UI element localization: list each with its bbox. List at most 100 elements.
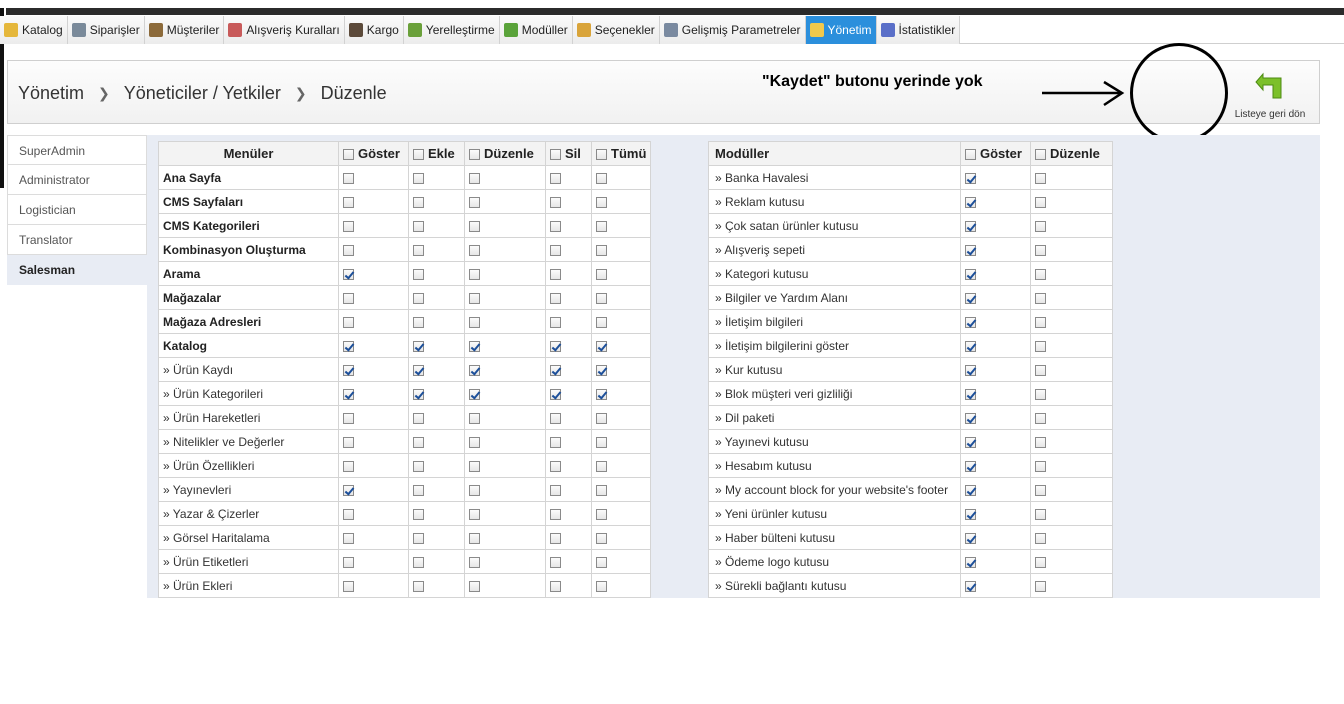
menu-delete-checkbox[interactable] [550, 340, 561, 352]
menu-show-checkbox[interactable] [343, 580, 354, 592]
module-edit-all-checkbox[interactable] [1035, 149, 1046, 161]
nav-tab-6[interactable]: Modüller [499, 16, 573, 44]
module-edit-checkbox[interactable] [1035, 196, 1046, 208]
menu-delete-checkbox[interactable] [550, 460, 561, 472]
module-edit-checkbox[interactable] [1035, 220, 1046, 232]
menu-show-checkbox[interactable] [343, 412, 354, 424]
menu-delete-checkbox[interactable] [550, 292, 561, 304]
menu-delete-checkbox[interactable] [550, 316, 561, 328]
menu-delete-checkbox[interactable] [550, 412, 561, 424]
menu-add-checkbox[interactable] [413, 268, 424, 280]
all-all-checkbox[interactable] [596, 149, 607, 161]
menu-all-checkbox[interactable] [596, 220, 607, 232]
menu-edit-checkbox[interactable] [469, 292, 480, 304]
module-edit-checkbox[interactable] [1035, 268, 1046, 280]
nav-tab-0[interactable]: Katalog [0, 16, 68, 44]
menu-all-checkbox[interactable] [596, 364, 607, 376]
show-all-checkbox[interactable] [343, 149, 354, 161]
menu-add-checkbox[interactable] [413, 244, 424, 256]
menu-edit-checkbox[interactable] [469, 196, 480, 208]
module-show-all-header[interactable]: Göster [960, 141, 1031, 166]
menu-delete-checkbox[interactable] [550, 268, 561, 280]
module-edit-checkbox[interactable] [1035, 364, 1046, 376]
menu-all-checkbox[interactable] [596, 388, 607, 400]
menu-add-checkbox[interactable] [413, 436, 424, 448]
module-edit-checkbox[interactable] [1035, 340, 1046, 352]
nav-tab-7[interactable]: Seçenekler [572, 16, 660, 44]
module-show-checkbox[interactable] [965, 292, 976, 304]
module-show-checkbox[interactable] [965, 196, 976, 208]
menu-edit-checkbox[interactable] [469, 340, 480, 352]
all-all-header[interactable]: Tümü [590, 141, 652, 166]
menu-all-checkbox[interactable] [596, 556, 607, 568]
menu-edit-checkbox[interactable] [469, 220, 480, 232]
menu-all-checkbox[interactable] [596, 580, 607, 592]
menu-edit-checkbox[interactable] [469, 172, 480, 184]
menu-edit-checkbox[interactable] [469, 316, 480, 328]
module-edit-checkbox[interactable] [1035, 292, 1046, 304]
menu-add-checkbox[interactable] [413, 508, 424, 520]
menu-edit-checkbox[interactable] [469, 388, 480, 400]
nav-tab-3[interactable]: Alışveriş Kuralları [224, 16, 345, 44]
menu-delete-checkbox[interactable] [550, 532, 561, 544]
module-show-checkbox[interactable] [965, 268, 976, 280]
module-show-checkbox[interactable] [965, 388, 976, 400]
menu-add-checkbox[interactable] [413, 316, 424, 328]
module-edit-all-header[interactable]: Düzenle [1030, 141, 1113, 166]
edit-all-checkbox[interactable] [469, 149, 480, 161]
menu-show-checkbox[interactable] [343, 436, 354, 448]
menu-all-checkbox[interactable] [596, 436, 607, 448]
menu-add-checkbox[interactable] [413, 556, 424, 568]
module-show-checkbox[interactable] [965, 580, 976, 592]
menu-delete-checkbox[interactable] [550, 556, 561, 568]
menu-show-checkbox[interactable] [343, 196, 354, 208]
module-show-checkbox[interactable] [965, 556, 976, 568]
menu-show-checkbox[interactable] [343, 484, 354, 496]
menu-delete-checkbox[interactable] [550, 388, 561, 400]
nav-tab-1[interactable]: Siparişler [67, 16, 145, 44]
module-edit-checkbox[interactable] [1035, 484, 1046, 496]
menu-show-checkbox[interactable] [343, 532, 354, 544]
edit-all-header[interactable]: Düzenle [464, 141, 546, 166]
menu-all-checkbox[interactable] [596, 172, 607, 184]
back-to-list-button[interactable]: Listeye geri dön [1228, 70, 1312, 120]
nav-tab-8[interactable]: Gelişmiş Parametreler [659, 16, 806, 44]
profile-item[interactable]: SuperAdmin [7, 135, 147, 165]
profile-item[interactable]: Salesman [7, 255, 147, 285]
menu-all-checkbox[interactable] [596, 244, 607, 256]
module-edit-checkbox[interactable] [1035, 580, 1046, 592]
menu-show-checkbox[interactable] [343, 460, 354, 472]
module-show-all-checkbox[interactable] [965, 149, 976, 161]
profile-item[interactable]: Logistician [7, 195, 147, 225]
menu-show-checkbox[interactable] [343, 364, 354, 376]
menu-show-checkbox[interactable] [343, 316, 354, 328]
delete-all-checkbox[interactable] [550, 149, 561, 161]
menu-edit-checkbox[interactable] [469, 532, 480, 544]
menu-edit-checkbox[interactable] [469, 244, 480, 256]
menu-delete-checkbox[interactable] [550, 484, 561, 496]
menu-all-checkbox[interactable] [596, 532, 607, 544]
menu-show-checkbox[interactable] [343, 292, 354, 304]
menu-add-checkbox[interactable] [413, 196, 424, 208]
menu-edit-checkbox[interactable] [469, 436, 480, 448]
menu-edit-checkbox[interactable] [469, 364, 480, 376]
module-edit-checkbox[interactable] [1035, 436, 1046, 448]
module-edit-checkbox[interactable] [1035, 244, 1046, 256]
menu-add-checkbox[interactable] [413, 580, 424, 592]
menu-edit-checkbox[interactable] [469, 556, 480, 568]
menu-show-checkbox[interactable] [343, 508, 354, 520]
add-all-checkbox[interactable] [413, 149, 424, 161]
menu-show-checkbox[interactable] [343, 388, 354, 400]
module-show-checkbox[interactable] [965, 508, 976, 520]
module-show-checkbox[interactable] [965, 460, 976, 472]
module-edit-checkbox[interactable] [1035, 460, 1046, 472]
menu-delete-checkbox[interactable] [550, 220, 561, 232]
module-show-checkbox[interactable] [965, 484, 976, 496]
nav-tab-5[interactable]: Yerelleştirme [403, 16, 500, 44]
menu-delete-checkbox[interactable] [550, 364, 561, 376]
module-show-checkbox[interactable] [965, 436, 976, 448]
menu-add-checkbox[interactable] [413, 364, 424, 376]
menu-add-checkbox[interactable] [413, 220, 424, 232]
breadcrumb-item-2[interactable]: Yöneticiler / Yetkiler [124, 83, 281, 104]
nav-tab-10[interactable]: İstatistikler [876, 16, 961, 44]
